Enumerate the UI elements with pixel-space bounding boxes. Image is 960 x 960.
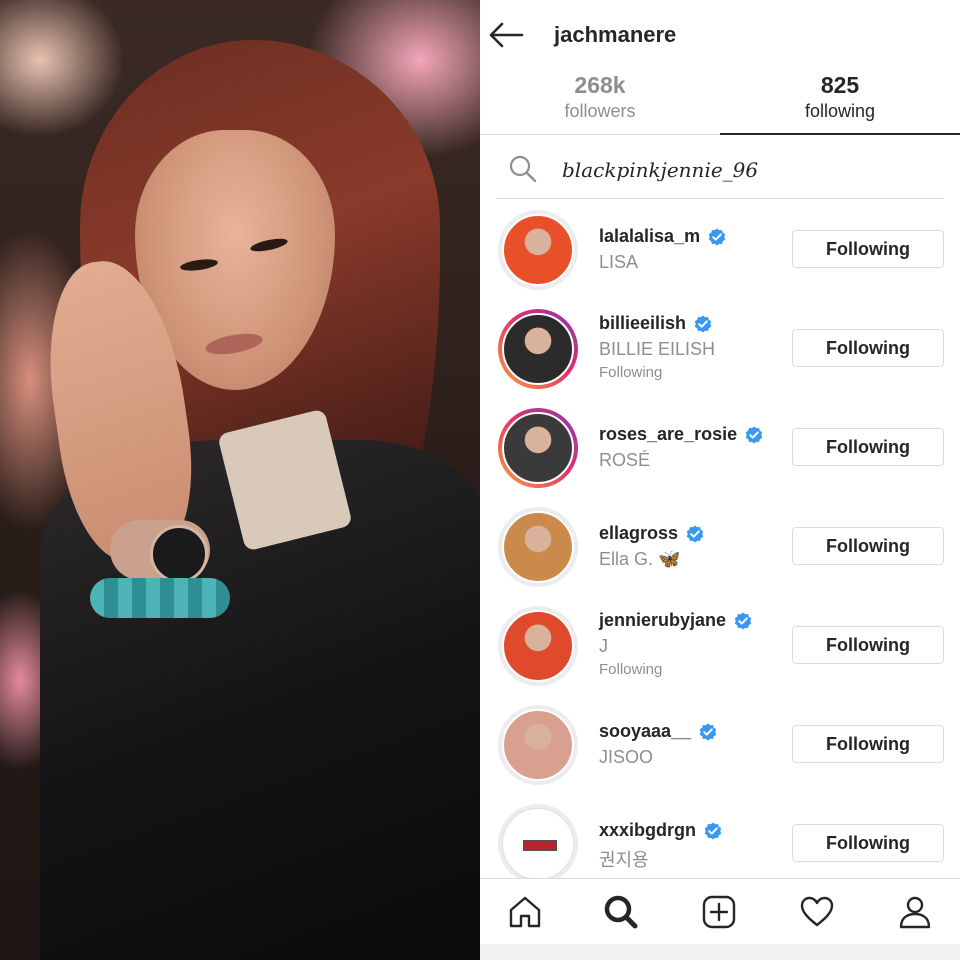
following-count: 825	[820, 72, 860, 98]
top-bar: jachmanere	[480, 0, 960, 70]
account-info: jennierubyjane J Following	[599, 610, 752, 678]
avatar-image	[502, 412, 574, 484]
followers-label: followers	[564, 101, 636, 121]
avatar-logo	[523, 840, 557, 851]
avatar-image	[502, 313, 574, 385]
list-item[interactable]: jennierubyjane J Following Following	[480, 596, 960, 695]
following-button[interactable]: Following	[792, 428, 944, 466]
following-button[interactable]: Following	[792, 824, 944, 862]
list-item[interactable]: xxxibgdrgn 권지용 Following	[480, 794, 960, 880]
profile-username: jachmanere	[554, 22, 677, 47]
photo-bracelet	[90, 578, 230, 618]
account-username[interactable]: xxxibgdrgn	[599, 820, 696, 841]
followers-count: 268k	[574, 72, 626, 98]
search-icon[interactable]	[602, 893, 640, 931]
account-username[interactable]: jennierubyjane	[599, 610, 726, 631]
avatar-image	[502, 709, 574, 781]
account-info: lalalalisa_m LISA	[599, 226, 726, 273]
list-item[interactable]: sooyaaa__ JISOO Following	[480, 695, 960, 794]
avatar-image	[502, 610, 574, 682]
avatar-image	[502, 808, 574, 880]
following-label: following	[804, 101, 876, 121]
system-bar	[480, 944, 960, 960]
verified-badge-icon	[694, 315, 712, 332]
avatar[interactable]	[498, 804, 578, 880]
verified-badge-icon	[708, 228, 726, 245]
verified-badge-icon	[745, 426, 763, 443]
avatar[interactable]	[498, 606, 578, 686]
following-button[interactable]: Following	[792, 527, 944, 565]
account-full-name: ROSÉ	[599, 450, 651, 470]
account-full-name: BILLIE EILISH	[599, 339, 716, 359]
verified-badge-icon	[686, 525, 704, 542]
following-screen: jachmanere 268k followers 825 following …	[480, 0, 960, 960]
avatar[interactable]	[498, 507, 578, 587]
verified-badge-icon	[699, 723, 717, 740]
username-line: billieeilish	[599, 313, 715, 334]
verified-badge-icon	[734, 612, 752, 629]
follow-tabs: 268k followers 825 following	[480, 64, 960, 135]
username-line: jennierubyjane	[599, 610, 752, 631]
profile-icon[interactable]	[896, 893, 934, 931]
list-item[interactable]: roses_are_rosie ROSÉ Following	[480, 398, 960, 497]
following-list: lalalalisa_m LISA Following billieeilish BIL…	[480, 200, 960, 880]
account-info: sooyaaa__ JISOO	[599, 721, 717, 768]
mutual-following-label: Following	[599, 364, 663, 381]
following-button[interactable]: Following	[792, 329, 944, 367]
username-line: xxxibgdrgn	[599, 820, 722, 841]
list-item[interactable]: billieeilish BILLIE EILISH Following Follow…	[480, 299, 960, 398]
mutual-following-label: Following	[599, 661, 663, 678]
avatar[interactable]	[498, 210, 578, 290]
profile-photo	[0, 0, 480, 960]
search-input[interactable]	[560, 152, 934, 188]
following-button[interactable]: Following	[792, 230, 944, 268]
account-info: roses_are_rosie ROSÉ	[599, 424, 763, 471]
account-username[interactable]: roses_are_rosie	[599, 424, 737, 445]
home-icon[interactable]	[506, 893, 544, 931]
username-line: sooyaaa__	[599, 721, 717, 742]
avatar[interactable]	[498, 408, 578, 488]
account-info: xxxibgdrgn 권지용	[599, 820, 722, 872]
account-info: ellagross Ella G. 🦋	[599, 523, 704, 570]
account-full-name: J	[599, 636, 608, 656]
bottom-nav	[480, 878, 960, 945]
following-button[interactable]: Following	[792, 626, 944, 664]
account-full-name: LISA	[599, 252, 639, 272]
account-username[interactable]: billieeilish	[599, 313, 686, 334]
account-username[interactable]: ellagross	[599, 523, 678, 544]
username-line: ellagross	[599, 523, 704, 544]
search-icon	[509, 155, 537, 183]
account-full-name: Ella G. 🦋	[599, 549, 681, 569]
list-item[interactable]: ellagross Ella G. 🦋 Following	[480, 497, 960, 596]
account-username[interactable]: sooyaaa__	[599, 721, 691, 742]
account-full-name: 권지용	[599, 850, 649, 870]
account-username[interactable]: lalalalisa_m	[599, 226, 700, 247]
tab-following[interactable]: 825 following	[720, 64, 960, 134]
search-bar	[496, 140, 944, 199]
list-item[interactable]: lalalalisa_m LISA Following	[480, 200, 960, 299]
account-info: billieeilish BILLIE EILISH Following	[599, 313, 715, 381]
back-arrow-icon[interactable]	[488, 20, 524, 50]
username-line: lalalalisa_m	[599, 226, 726, 247]
activity-heart-icon[interactable]	[798, 893, 836, 931]
verified-badge-icon	[704, 822, 722, 839]
username-line: roses_are_rosie	[599, 424, 763, 445]
tab-followers[interactable]: 268k followers	[480, 64, 720, 134]
photo-watch-face	[150, 525, 208, 583]
avatar[interactable]	[498, 705, 578, 785]
avatar-image	[502, 511, 574, 583]
avatar-image	[502, 214, 574, 286]
account-full-name: JISOO	[599, 747, 654, 767]
following-button[interactable]: Following	[792, 725, 944, 763]
avatar[interactable]	[498, 309, 578, 389]
active-tab-indicator	[720, 133, 960, 135]
add-post-icon[interactable]	[700, 893, 738, 931]
